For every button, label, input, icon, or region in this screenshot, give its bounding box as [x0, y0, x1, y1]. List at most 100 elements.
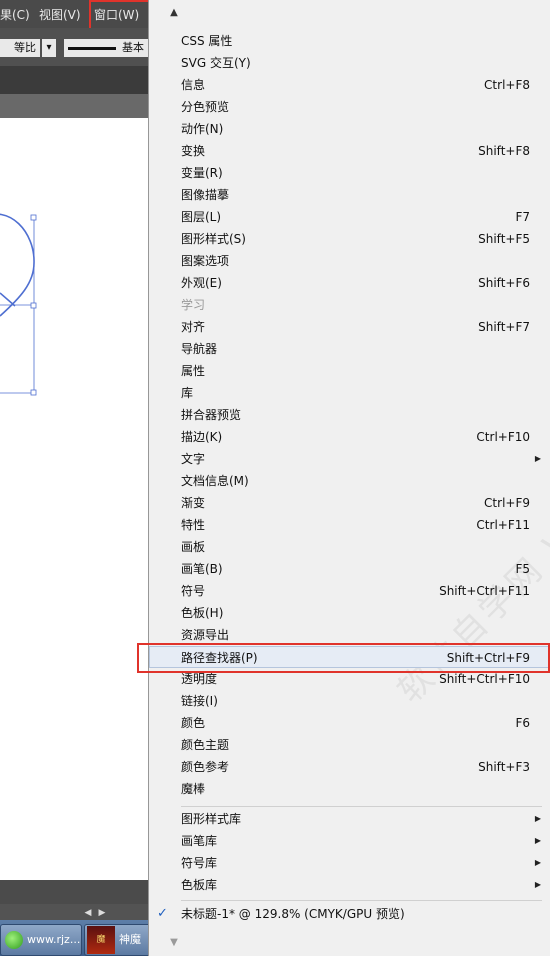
menu-item[interactable]: 库	[149, 382, 550, 404]
menu-item-label: 外观(E)	[181, 276, 222, 290]
menu-item[interactable]: 渐变 Ctrl+F9	[149, 492, 550, 514]
menu-item[interactable]: 画笔(B) F5	[149, 558, 550, 580]
menu-item-label: 画板	[181, 540, 206, 554]
stroke-style-field[interactable]: 基本	[64, 39, 150, 57]
menu-item-label: 变量(R)	[181, 166, 223, 180]
horizontal-scrollbar[interactable]: ◀ ▶	[0, 880, 150, 918]
menu-item[interactable]: 图像描摹	[149, 184, 550, 206]
menu-items-panels: CSS 属性 SVG 交互(Y) 信息 Ctrl+F8 分色预览动作(N) 变换 Shift…	[149, 30, 550, 800]
menu-item-label: 透明度	[181, 672, 218, 686]
taskbar-game-label: 神魔	[119, 933, 141, 946]
menu-item-label: 未标题-1* @ 129.8% (CMYK/GPU 预览)	[181, 907, 405, 921]
menu-item: 学习	[149, 294, 550, 316]
canvas-ruler-area	[0, 94, 150, 118]
menu-item[interactable]: 对齐 Shift+F7	[149, 316, 550, 338]
window-dropdown-menu: ▲ 软件自学网 WWW.RJZXW.COM CSS 属性 SVG 交互(Y) 信息 C…	[148, 0, 550, 956]
menu-item-label: 分色预览	[181, 100, 230, 114]
menu-item[interactable]: 画笔库 ▶	[149, 830, 550, 852]
menu-item[interactable]: 动作(N)	[149, 118, 550, 140]
menu-item-label: 图层(L)	[181, 210, 222, 224]
menu-item-label: 导航器	[181, 342, 218, 356]
menu-item[interactable]: 分色预览	[149, 96, 550, 118]
menu-item[interactable]: 变换 Shift+F8	[149, 140, 550, 162]
menu-item-label: 对齐	[181, 320, 206, 334]
menu-item-label: 特性	[181, 518, 206, 532]
menu-item[interactable]: 外观(E) Shift+F6	[149, 272, 550, 294]
menu-bar: 果(C) 视图(V) 窗口(W)	[0, 0, 151, 72]
menu-item[interactable]: 画板	[149, 536, 550, 558]
checkmark-icon: ✓	[157, 906, 168, 921]
stroke-preview-line	[68, 47, 116, 50]
menu-item[interactable]: 文档信息(M)	[149, 470, 550, 492]
menu-separator	[181, 900, 542, 901]
menu-item-label: 颜色主题	[181, 738, 230, 752]
menu-item-shortcut: Shift+F7	[478, 320, 530, 334]
scroll-up-icon[interactable]: ▲	[167, 6, 181, 20]
menu-item[interactable]: 图层(L) F7	[149, 206, 550, 228]
menu-window[interactable]: 窗口(W)	[94, 6, 139, 23]
submenu-arrow-icon: ▶	[534, 814, 541, 823]
menu-item[interactable]: 透明度 Shift+Ctrl+F10	[149, 668, 550, 690]
menu-item[interactable]: 拼合器预览	[149, 404, 550, 426]
menu-item[interactable]: 描边(K) Ctrl+F10	[149, 426, 550, 448]
menu-view[interactable]: 视图(V)	[39, 6, 81, 23]
browser-icon	[5, 931, 23, 949]
menu-item[interactable]: 图形样式库 ▶	[149, 808, 550, 830]
taskbar-game-button[interactable]: 魔神魔	[84, 924, 152, 956]
menu-item[interactable]: 图形样式(S) Shift+F5	[149, 228, 550, 250]
artboard[interactable]	[0, 118, 150, 880]
scroll-left-icon[interactable]: ◀	[82, 906, 94, 920]
menu-item[interactable]: 色板(H)	[149, 602, 550, 624]
menu-item-label: 库	[181, 386, 194, 400]
menu-effects[interactable]: 果(C)	[0, 6, 30, 23]
control-bar: 等比 ▾ 基本	[0, 28, 150, 66]
menu-item[interactable]: 路径查找器(P) Shift+Ctrl+F9	[149, 646, 550, 668]
menu-item-shortcut: F6	[515, 716, 530, 730]
menu-item[interactable]: 资源导出	[149, 624, 550, 646]
menu-item[interactable]: 链接(I)	[149, 690, 550, 712]
menu-item-label: 图形样式(S)	[181, 232, 246, 246]
menu-item[interactable]: 文字 ▶	[149, 448, 550, 470]
menu-item-label: 符号	[181, 584, 206, 598]
menu-item[interactable]: 变量(R)	[149, 162, 550, 184]
scroll-down-icon[interactable]: ▼	[167, 936, 181, 950]
menu-item-label: 魔棒	[181, 782, 206, 796]
taskbar-browser-button[interactable]: www.rjz...	[0, 924, 82, 956]
menu-item[interactable]: 魔棒	[149, 778, 550, 800]
menu-item-shortcut: Shift+F8	[478, 144, 530, 158]
menu-item-shortcut: Ctrl+F8	[484, 78, 530, 92]
scroll-right-icon[interactable]: ▶	[96, 906, 108, 920]
menu-items-libraries: 图形样式库 ▶ 画笔库 ▶ 符号库 ▶ 色板库 ▶	[149, 808, 550, 896]
menu-item-label: 颜色	[181, 716, 206, 730]
menu-item-label: CSS 属性	[181, 34, 233, 48]
menu-item-shortcut: Shift+F5	[478, 232, 530, 246]
menu-item[interactable]: 颜色参考 Shift+F3	[149, 756, 550, 778]
menu-item-label: 图像描摹	[181, 188, 230, 202]
menu-item[interactable]: 符号库 ▶	[149, 852, 550, 874]
menu-item[interactable]: 色板库 ▶	[149, 874, 550, 896]
equal-ratio-field[interactable]: 等比	[0, 39, 40, 57]
menu-item[interactable]: 导航器	[149, 338, 550, 360]
menu-item[interactable]: 图案选项	[149, 250, 550, 272]
menu-item-label: 资源导出	[181, 628, 230, 642]
menu-item-label: 链接(I)	[181, 694, 218, 708]
menu-item[interactable]: 信息 Ctrl+F8	[149, 74, 550, 96]
menu-item[interactable]: 属性	[149, 360, 550, 382]
chevron-down-icon[interactable]: ▾	[42, 39, 56, 57]
menu-item-current-document[interactable]: ✓ 未标题-1* @ 129.8% (CMYK/GPU 预览)	[149, 903, 550, 925]
menu-item-shortcut: Shift+Ctrl+F10	[439, 672, 530, 686]
menu-item-shortcut: Shift+Ctrl+F11	[439, 584, 530, 598]
taskbar: www.rjz... 魔神魔	[0, 920, 152, 956]
submenu-arrow-icon: ▶	[534, 836, 541, 845]
menu-item[interactable]: SVG 交互(Y)	[149, 52, 550, 74]
selected-heart-shape[interactable]	[0, 118, 150, 880]
menu-item-label: 变换	[181, 144, 206, 158]
menu-item-label: 渐变	[181, 496, 206, 510]
menu-item[interactable]: CSS 属性	[149, 30, 550, 52]
menu-item[interactable]: 颜色主题	[149, 734, 550, 756]
menu-item-label: 信息	[181, 78, 206, 92]
menu-item[interactable]: 颜色 F6	[149, 712, 550, 734]
menu-item[interactable]: 特性 Ctrl+F11	[149, 514, 550, 536]
menu-item-label: 符号库	[181, 856, 218, 870]
menu-item[interactable]: 符号 Shift+Ctrl+F11	[149, 580, 550, 602]
